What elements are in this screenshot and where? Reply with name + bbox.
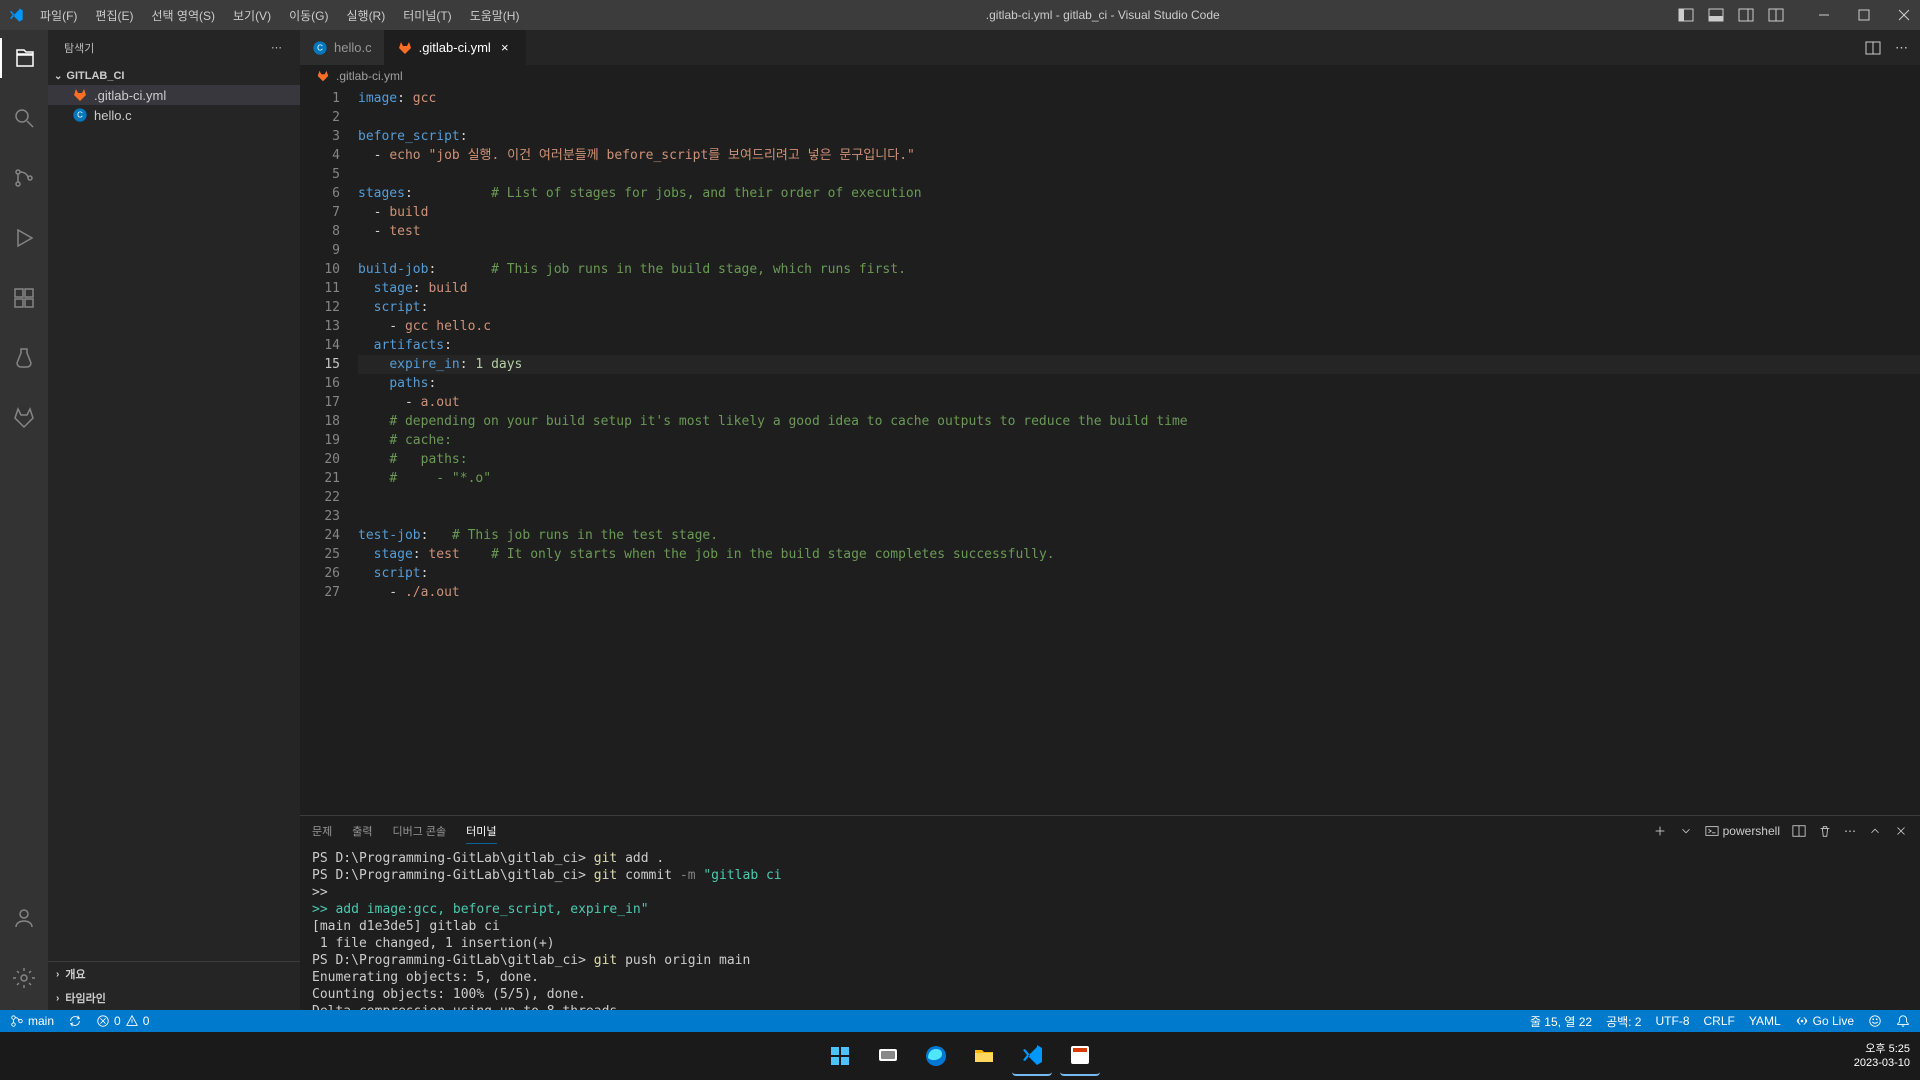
status-problems[interactable]: 0 0 bbox=[96, 1014, 149, 1028]
sidebar: 탐색기 ⋯ ⌄ GITLAB_CI .gitlab-ci.ymlChello.c… bbox=[48, 30, 300, 1010]
activity-testing[interactable] bbox=[0, 338, 48, 378]
activity-run-debug[interactable] bbox=[0, 218, 48, 258]
menu-item[interactable]: 이동(G) bbox=[281, 3, 336, 28]
activity-bar bbox=[0, 30, 48, 1010]
taskbar-task-view[interactable] bbox=[868, 1036, 908, 1076]
activity-explorer[interactable] bbox=[0, 38, 48, 78]
sidebar-section[interactable]: ›개요 bbox=[48, 962, 300, 986]
panel-tab[interactable]: 출력 bbox=[352, 819, 372, 844]
minimize-icon[interactable] bbox=[1816, 7, 1832, 23]
svg-text:C: C bbox=[77, 111, 83, 120]
sidebar-title: 탐색기 bbox=[64, 40, 94, 56]
layout-sidebar-left-icon[interactable] bbox=[1678, 7, 1694, 23]
activity-accounts[interactable] bbox=[0, 898, 48, 938]
status-golive[interactable]: Go Live bbox=[1795, 1014, 1854, 1028]
panel-more-icon[interactable]: ⋯ bbox=[1844, 824, 1856, 838]
menubar: 파일(F)편집(E)선택 영역(S)보기(V)이동(G)실행(R)터미널(T)도… bbox=[32, 3, 527, 28]
chevron-down-icon: ⌄ bbox=[54, 71, 62, 82]
file-item[interactable]: .gitlab-ci.yml bbox=[48, 85, 300, 105]
windows-taskbar: 오후 5:25 2023-03-10 bbox=[0, 1032, 1920, 1080]
terminal-content[interactable]: PS D:\Programming-GitLab\gitlab_ci> git … bbox=[300, 846, 1920, 1010]
breadcrumb[interactable]: .gitlab-ci.yml bbox=[300, 65, 1920, 87]
title-bar: 파일(F)편집(E)선택 영역(S)보기(V)이동(G)실행(R)터미널(T)도… bbox=[0, 0, 1920, 30]
close-panel-icon[interactable] bbox=[1894, 824, 1908, 838]
status-encoding[interactable]: UTF-8 bbox=[1656, 1014, 1690, 1028]
status-language[interactable]: YAML bbox=[1749, 1014, 1781, 1028]
activity-search[interactable] bbox=[0, 98, 48, 138]
vscode-icon bbox=[8, 7, 24, 23]
terminal-dropdown-icon[interactable] bbox=[1679, 824, 1693, 838]
code-editor[interactable]: 1234567891011121314151617181920212223242… bbox=[300, 87, 1920, 815]
panel-tab[interactable]: 터미널 bbox=[466, 819, 496, 844]
editor-area: Chello.c.gitlab-ci.yml× ⋯ .gitlab-ci.yml… bbox=[300, 30, 1920, 1010]
menu-item[interactable]: 터미널(T) bbox=[395, 3, 459, 28]
editor-more-icon[interactable]: ⋯ bbox=[1895, 40, 1908, 56]
taskbar-edge[interactable] bbox=[916, 1036, 956, 1076]
status-sync[interactable] bbox=[68, 1014, 82, 1028]
status-feedback-icon[interactable] bbox=[1868, 1014, 1882, 1028]
svg-text:C: C bbox=[317, 43, 323, 52]
editor-tab[interactable]: .gitlab-ci.yml× bbox=[385, 30, 526, 65]
activity-gitlab[interactable] bbox=[0, 398, 48, 438]
sidebar-menu-icon[interactable]: ⋯ bbox=[271, 41, 284, 54]
menu-item[interactable]: 파일(F) bbox=[32, 3, 85, 28]
status-branch[interactable]: main bbox=[10, 1014, 54, 1028]
editor-tabs: Chello.c.gitlab-ci.yml× ⋯ bbox=[300, 30, 1920, 65]
menu-item[interactable]: 보기(V) bbox=[225, 3, 279, 28]
menu-item[interactable]: 도움말(H) bbox=[462, 3, 528, 28]
close-tab-icon[interactable]: × bbox=[497, 40, 513, 56]
powershell-icon bbox=[1705, 824, 1719, 838]
split-terminal-icon[interactable] bbox=[1792, 824, 1806, 838]
editor-tab[interactable]: Chello.c bbox=[300, 30, 385, 65]
window-title: .gitlab-ci.yml - gitlab_ci - Visual Stud… bbox=[527, 8, 1678, 22]
taskbar-explorer[interactable] bbox=[964, 1036, 1004, 1076]
panel-tab[interactable]: 디버그 콘솔 bbox=[393, 819, 447, 844]
close-icon[interactable] bbox=[1896, 7, 1912, 23]
menu-item[interactable]: 선택 영역(S) bbox=[143, 3, 223, 28]
maximize-icon[interactable] bbox=[1856, 7, 1872, 23]
taskbar-start[interactable] bbox=[820, 1036, 860, 1076]
status-cursor[interactable]: 줄 15, 열 22 bbox=[1530, 1013, 1592, 1030]
taskbar-app[interactable] bbox=[1060, 1036, 1100, 1076]
menu-item[interactable]: 실행(R) bbox=[338, 3, 393, 28]
kill-terminal-icon[interactable] bbox=[1818, 824, 1832, 838]
maximize-panel-icon[interactable] bbox=[1868, 824, 1882, 838]
gitlab-icon bbox=[316, 69, 330, 83]
activity-settings[interactable] bbox=[0, 958, 48, 998]
status-bar: main 0 0 줄 15, 열 22 공백: 2 UTF-8 CRLF YAM… bbox=[0, 1010, 1920, 1032]
taskbar-vscode[interactable] bbox=[1012, 1036, 1052, 1076]
new-terminal-icon[interactable] bbox=[1653, 824, 1667, 838]
activity-extensions[interactable] bbox=[0, 278, 48, 318]
panel-tab[interactable]: 문제 bbox=[312, 819, 332, 844]
terminal-shell-label[interactable]: powershell bbox=[1705, 824, 1780, 838]
status-bell-icon[interactable] bbox=[1896, 1014, 1910, 1028]
project-section[interactable]: ⌄ GITLAB_CI bbox=[48, 67, 300, 85]
status-eol[interactable]: CRLF bbox=[1704, 1014, 1735, 1028]
layout-panel-icon[interactable] bbox=[1708, 7, 1724, 23]
panel: 문제 출력 디버그 콘솔 터미널 powershell ⋯ PS D:\Program… bbox=[300, 815, 1920, 1010]
split-editor-icon[interactable] bbox=[1865, 40, 1881, 56]
menu-item[interactable]: 편집(E) bbox=[87, 3, 141, 28]
sidebar-section[interactable]: ›타임라인 bbox=[48, 986, 300, 1010]
activity-source-control[interactable] bbox=[0, 158, 48, 198]
layout-customize-icon[interactable] bbox=[1768, 7, 1784, 23]
status-spaces[interactable]: 공백: 2 bbox=[1606, 1013, 1641, 1030]
file-item[interactable]: Chello.c bbox=[48, 105, 300, 125]
layout-sidebar-right-icon[interactable] bbox=[1738, 7, 1754, 23]
sidebar-header: 탐색기 ⋯ bbox=[48, 30, 300, 65]
taskbar-clock[interactable]: 오후 5:25 2023-03-10 bbox=[1854, 1042, 1910, 1070]
